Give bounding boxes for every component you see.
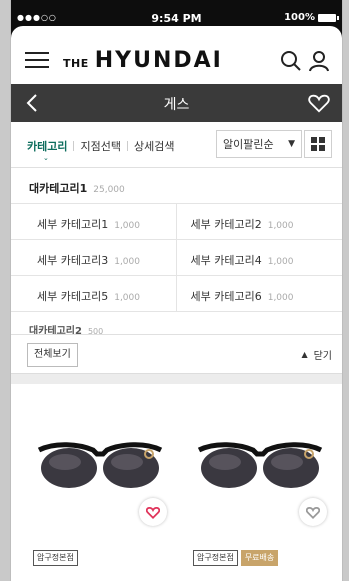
- chevron-down-icon: ⌄: [43, 154, 49, 162]
- search-icon[interactable]: [280, 50, 302, 72]
- heart-icon: [306, 506, 320, 519]
- filter-bar: 카테고리 지점선택 상세검색 ⌄ 알이팔린순 ▼: [11, 122, 342, 168]
- sub-category-label: 세부 카테고리2: [190, 218, 262, 231]
- heart-icon: [146, 506, 160, 519]
- logo-the: THE: [63, 57, 89, 70]
- product-card[interactable]: 압구정본점: [27, 384, 177, 581]
- store-tag: 압구정본점: [193, 550, 238, 566]
- tab-category[interactable]: 카테고리: [27, 138, 73, 154]
- heart-icon[interactable]: [308, 92, 330, 114]
- sunglasses-image: [37, 442, 163, 488]
- product-list: 압구정본점 압구정본점 무료배송: [11, 384, 342, 581]
- major-category-count: 25,000: [93, 185, 125, 195]
- tab-store-select[interactable]: 지점선택: [74, 138, 126, 154]
- screen-top-edge: [11, 26, 342, 38]
- user-icon[interactable]: [308, 50, 330, 72]
- phone-screen: ●●●○○ 9:54 PM 100% THE HYUNDAI 게스 카테고리 지…: [10, 0, 343, 581]
- grid-view-icon[interactable]: [304, 130, 332, 158]
- filter-tabs: 카테고리 지점선택 상세검색: [27, 138, 180, 154]
- close-label: 닫기: [313, 351, 332, 362]
- battery-percent: 100%: [284, 12, 315, 23]
- dropdown-arrow-icon: ▼: [288, 139, 295, 149]
- sub-category-count: 1,000: [114, 221, 140, 231]
- major-category-1[interactable]: 대카테고리1 25,000: [11, 168, 342, 204]
- category-panel: 대카테고리1 25,000 세부 카테고리1 1,000 세부 카테고리2 1,000…: [11, 168, 342, 374]
- sub-category-count: 1,000: [267, 221, 294, 231]
- sub-category-count: 1,000: [114, 257, 140, 267]
- brand-logo[interactable]: THE HYUNDAI: [63, 48, 223, 73]
- battery-indicator: 100%: [284, 12, 339, 23]
- section-divider: [11, 374, 342, 384]
- sub-category-count: 1,000: [267, 293, 294, 303]
- sub-category-label: 세부 카테고리5: [37, 290, 109, 303]
- product-tags: 압구정본점 무료배송: [193, 550, 279, 566]
- close-panel-button[interactable]: ▲ 닫기: [301, 347, 332, 362]
- sub-category-label: 세부 카테고리3: [37, 254, 109, 267]
- sub-category-count: 1,000: [267, 257, 294, 267]
- favorite-button[interactable]: [139, 498, 167, 526]
- major-category-label: 대카테고리1: [29, 182, 88, 195]
- app-header: THE HYUNDAI: [11, 38, 342, 84]
- page-title: 게스: [163, 97, 190, 113]
- store-tag: 압구정본점: [33, 550, 78, 566]
- favorite-button[interactable]: [299, 498, 327, 526]
- category-actions: 전체보기 ▲ 닫기: [11, 334, 342, 373]
- sub-category-label: 세부 카테고리1: [37, 218, 109, 231]
- sort-dropdown[interactable]: 알이팔린순 ▼: [216, 130, 302, 158]
- free-shipping-tag: 무료배송: [240, 550, 279, 566]
- product-tags: 압구정본점: [33, 550, 78, 566]
- tab-detail-search[interactable]: 상세검색: [128, 138, 180, 154]
- sub-category-item[interactable]: 세부 카테고리2 1,000: [176, 204, 342, 240]
- sub-category-item[interactable]: 세부 카테고리1 1,000: [11, 204, 177, 240]
- chevron-up-icon: ▲: [301, 350, 308, 359]
- product-card[interactable]: 압구정본점 무료배송: [187, 384, 337, 581]
- sub-category-label: 세부 카테고리4: [190, 254, 262, 267]
- view-all-button[interactable]: 전체보기: [27, 343, 78, 367]
- sunglasses-image: [197, 442, 323, 488]
- sub-category-label: 세부 카테고리6: [190, 290, 262, 303]
- sub-category-grid: 세부 카테고리1 1,000 세부 카테고리2 1,000 세부 카테고리3 1,00…: [11, 204, 342, 312]
- brand-title-bar: 게스: [11, 84, 342, 122]
- sort-label: 알이팔린순: [223, 138, 274, 151]
- sub-category-item[interactable]: 세부 카테고리5 1,000: [11, 276, 177, 312]
- sub-category-item[interactable]: 세부 카테고리6 1,000: [176, 276, 342, 312]
- sub-category-item[interactable]: 세부 카테고리4 1,000: [176, 240, 342, 276]
- logo-brand: HYUNDAI: [94, 48, 223, 73]
- menu-icon[interactable]: [25, 52, 49, 70]
- sub-category-count: 1,000: [114, 293, 140, 303]
- battery-icon: [318, 13, 339, 22]
- sub-category-item[interactable]: 세부 카테고리3 1,000: [11, 240, 177, 276]
